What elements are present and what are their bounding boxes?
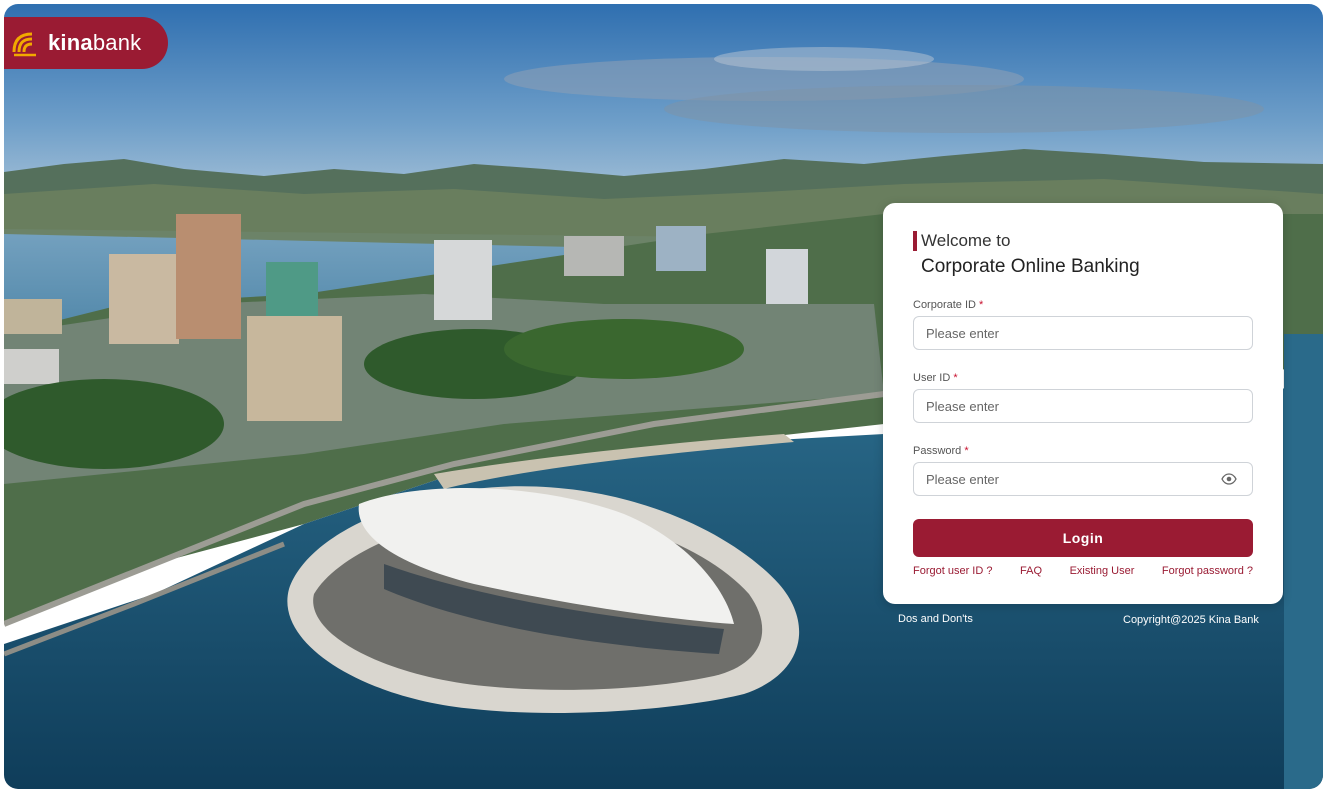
brand-name: kinabank	[48, 30, 142, 55]
help-links: Forgot user ID ? FAQ Existing User Forgo…	[913, 565, 1253, 577]
corporate-id-input[interactable]	[913, 316, 1253, 350]
forgot-password-link[interactable]: Forgot password ?	[1162, 565, 1253, 577]
user-id-input[interactable]	[913, 389, 1253, 423]
welcome-line2: Corporate Online Banking	[921, 256, 1140, 277]
password-label: Password *	[913, 445, 969, 457]
accent-bar	[913, 231, 917, 251]
forgot-user-id-link[interactable]: Forgot user ID ?	[913, 565, 992, 577]
login-button[interactable]: Login	[913, 519, 1253, 557]
kina-logo-icon	[12, 32, 36, 57]
user-id-label: User ID *	[913, 372, 958, 384]
corporate-id-label: Corporate ID *	[913, 299, 984, 311]
existing-user-link[interactable]: Existing User	[1070, 565, 1135, 577]
welcome-line1: Welcome to	[921, 231, 1011, 250]
page-frame: kinabank Welcome to Corporate Online Ban…	[4, 4, 1323, 789]
copyright-text: Copyright@2025 Kina Bank	[1123, 614, 1259, 626]
welcome-heading: Welcome to Corporate Online Banking	[913, 231, 1253, 281]
password-input[interactable]	[913, 462, 1253, 496]
faq-link[interactable]: FAQ	[1020, 565, 1042, 577]
eye-icon[interactable]	[1221, 471, 1237, 487]
dos-and-donts-link[interactable]: Dos and Don'ts	[898, 613, 973, 625]
brand-logo[interactable]: kinabank	[4, 17, 168, 69]
login-card: Welcome to Corporate Online Banking Corp…	[883, 203, 1283, 604]
